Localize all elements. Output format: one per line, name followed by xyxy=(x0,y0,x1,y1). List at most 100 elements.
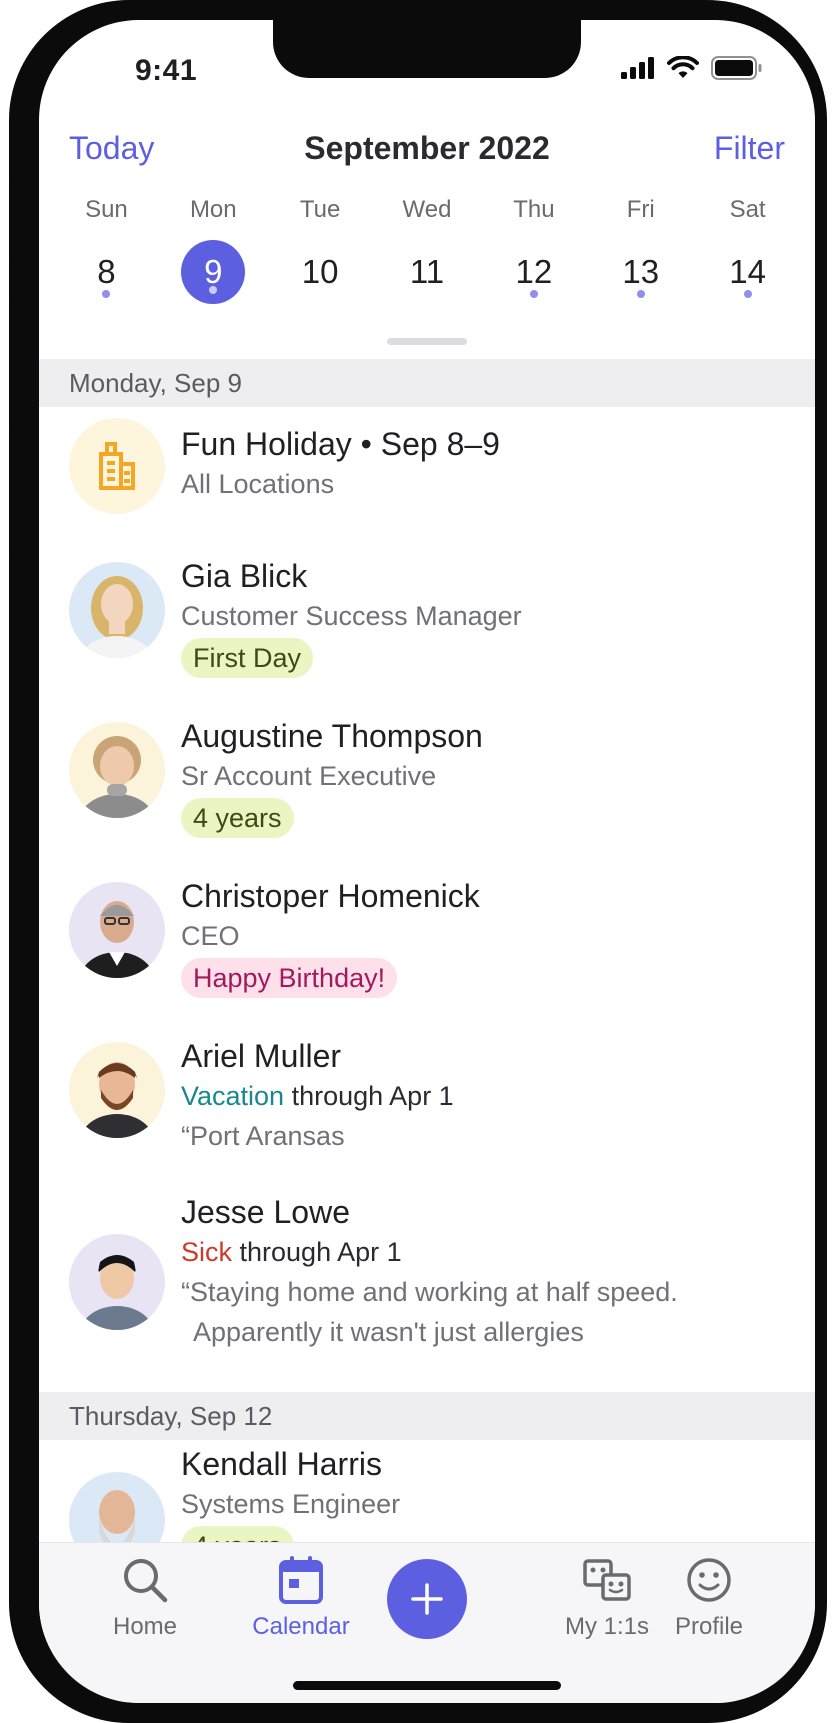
week-strip: Sun 8 Mon 9 Tue 10 Wed 11 Thu 12 Fri 13 … xyxy=(53,196,801,306)
volume-down-button xyxy=(9,428,23,558)
person-text: Jesse Lowe Sick through Apr 1 “Staying h… xyxy=(181,1192,791,1352)
status-quote-line1: “Staying home and working at half speed. xyxy=(181,1277,678,1307)
calendar-icon xyxy=(231,1555,371,1605)
day-name: Fri xyxy=(626,196,655,223)
day-mon[interactable]: Mon 9 xyxy=(160,196,267,306)
event-badge: Happy Birthday! xyxy=(181,958,398,998)
person-avatar-icon xyxy=(79,1255,155,1330)
filter-button[interactable]: Filter xyxy=(714,130,785,167)
person-name: Augustine Thompson xyxy=(181,718,483,754)
status-vacation: Vacation xyxy=(181,1081,285,1111)
person-avatar-icon xyxy=(79,1062,155,1138)
section-header-monday: Monday, Sep 9 xyxy=(39,359,815,407)
person-avatar-icon xyxy=(79,901,155,978)
power-button xyxy=(813,344,827,528)
calendar-header: Today September 2022 Filter xyxy=(39,130,815,180)
holiday-locations: All Locations xyxy=(181,469,335,499)
day-name: Mon xyxy=(189,196,237,223)
person-title: Systems Engineer xyxy=(181,1489,401,1519)
cellular-signal-icon xyxy=(621,57,654,79)
person-title: CEO xyxy=(181,921,240,951)
person-name: Ariel Muller xyxy=(181,1038,342,1074)
person-status: Sick through Apr 1 xyxy=(181,1232,791,1272)
day-thu[interactable]: Thu 12 xyxy=(480,196,587,306)
search-icon xyxy=(75,1555,215,1605)
status-sick: Sick xyxy=(181,1237,233,1267)
person-avatar xyxy=(69,1234,165,1330)
person-name: Kendall Harris xyxy=(181,1446,382,1482)
list-item-person[interactable]: Jesse Lowe Sick through Apr 1 “Staying h… xyxy=(39,1192,815,1362)
list-item-holiday[interactable]: Fun Holiday • Sep 8–9 All Locations xyxy=(39,412,815,522)
day-wed[interactable]: Wed 11 xyxy=(374,196,481,306)
person-avatar-icon xyxy=(81,576,153,658)
event-badge: 4 years xyxy=(181,798,294,838)
person-avatar xyxy=(69,882,165,978)
day-sat[interactable]: Sat 14 xyxy=(694,196,801,306)
status-icons xyxy=(621,56,763,80)
person-name: Christoper Homenick xyxy=(181,878,480,914)
day-number-selected: 9 xyxy=(181,240,246,304)
day-tue[interactable]: Tue 10 xyxy=(267,196,374,306)
mute-switch xyxy=(9,178,23,262)
person-title: Customer Success Manager xyxy=(181,601,522,631)
list-item-person[interactable]: Christoper Homenick CEO Happy Birthday! xyxy=(39,876,815,1006)
month-title: September 2022 xyxy=(304,130,550,166)
screen: 9:41 Today September 2022 Filter Sun 8 M… xyxy=(39,20,815,1703)
list-item-person[interactable]: Gia Blick Customer Success Manager First… xyxy=(39,556,815,686)
person-text: Augustine Thompson Sr Account Executive … xyxy=(181,716,791,838)
status-until: through Apr 1 xyxy=(232,1237,402,1267)
battery-icon xyxy=(711,56,762,80)
day-sun[interactable]: Sun 8 xyxy=(53,196,160,306)
status-quote-line2: Apparently it wasn't just allergies xyxy=(193,1317,584,1347)
person-text: Ariel Muller Vacation through Apr 1 “Por… xyxy=(181,1036,791,1156)
status-time: 9:41 xyxy=(135,54,198,87)
holiday-title: Fun Holiday • Sep 8–9 xyxy=(181,426,500,462)
phone-frame: 9:41 Today September 2022 Filter Sun 8 M… xyxy=(9,0,827,1723)
person-name: Gia Blick xyxy=(181,558,308,594)
tab-bar: Home Calendar My 1:1s Profile xyxy=(39,1542,815,1703)
wifi-icon xyxy=(667,56,699,78)
day-name: Tue xyxy=(299,196,341,223)
person-avatar xyxy=(69,722,165,818)
tab-label: Profile xyxy=(674,1613,744,1640)
smiley-icon xyxy=(639,1555,779,1605)
day-number: 11 xyxy=(409,253,445,290)
volume-up-button xyxy=(9,296,23,426)
status-until: through Apr 1 xyxy=(284,1081,454,1111)
person-name: Jesse Lowe xyxy=(181,1194,350,1230)
tab-label: Home xyxy=(112,1613,178,1640)
plus-icon xyxy=(411,1583,443,1615)
add-button[interactable] xyxy=(387,1559,467,1639)
tab-home[interactable]: Home xyxy=(75,1555,215,1641)
home-indicator[interactable] xyxy=(293,1681,561,1690)
day-fri[interactable]: Fri 13 xyxy=(587,196,694,306)
event-dot xyxy=(529,290,538,298)
person-text: Christoper Homenick CEO Happy Birthday! xyxy=(181,876,791,998)
person-text: Gia Blick Customer Success Manager First… xyxy=(181,556,791,678)
holiday-avatar xyxy=(69,418,165,514)
list-item-person[interactable]: Ariel Muller Vacation through Apr 1 “Por… xyxy=(39,1036,815,1166)
notch xyxy=(273,20,581,78)
event-dot xyxy=(743,290,752,298)
list-item-person[interactable]: Augustine Thompson Sr Account Executive … xyxy=(39,716,815,846)
status-quote: “Port Aransas xyxy=(181,1121,345,1151)
tab-label: Calendar xyxy=(252,1613,350,1640)
person-status: Vacation through Apr 1 xyxy=(181,1076,791,1116)
tab-profile[interactable]: Profile xyxy=(639,1555,779,1641)
tab-calendar[interactable]: Calendar xyxy=(231,1555,371,1641)
section-header-thursday: Thursday, Sep 12 xyxy=(39,1392,815,1440)
person-avatar xyxy=(69,1042,165,1138)
event-dot xyxy=(636,290,645,298)
day-name: Sun xyxy=(85,196,128,223)
day-name: Thu xyxy=(513,196,555,223)
event-badge: First Day xyxy=(181,638,313,678)
day-name: Wed xyxy=(402,196,452,223)
building-icon xyxy=(99,442,135,490)
day-name: Sat xyxy=(729,196,766,223)
drag-handle[interactable] xyxy=(387,338,467,345)
person-title: Sr Account Executive xyxy=(181,761,437,791)
person-avatar-icon xyxy=(79,736,155,818)
day-number: 10 xyxy=(301,253,339,290)
holiday-text: Fun Holiday • Sep 8–9 All Locations xyxy=(181,424,791,504)
person-avatar xyxy=(69,562,165,658)
